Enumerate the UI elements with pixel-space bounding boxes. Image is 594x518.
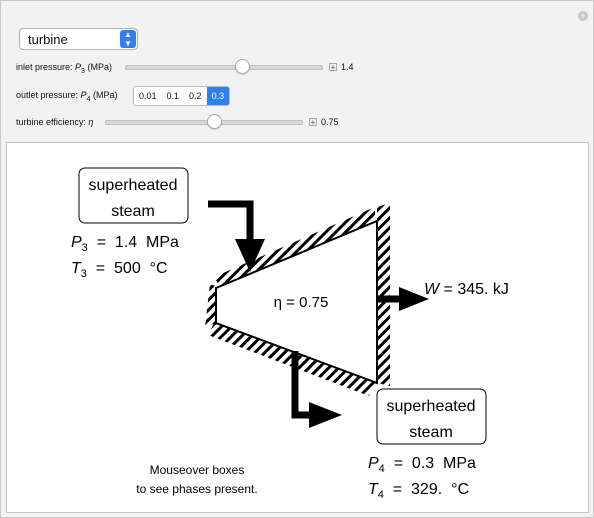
work-readout: W = 345. kJ: [424, 281, 509, 298]
outlet-option[interactable]: 0.1: [162, 87, 185, 105]
efficiency-value: 0.75: [321, 117, 339, 127]
mouseover-note-line1: Mouseover boxes: [150, 463, 245, 477]
efficiency-label-text: turbine efficiency:: [16, 117, 89, 127]
outlet-box-line2: steam: [409, 424, 453, 441]
inlet-pressure-readout: P3 = 1.4 MPa: [71, 234, 179, 254]
outlet-temperature-readout: T4 = 329. °C: [368, 481, 469, 501]
outlet-arrowhead: [309, 402, 342, 428]
outlet-unit: (MPa): [90, 90, 118, 100]
efficiency-var: η: [88, 117, 94, 127]
inlet-box-line2: steam: [111, 203, 155, 220]
inlet-pressure-thumb[interactable]: [235, 59, 250, 74]
inlet-pressure-label: inlet pressure: P3 (MPa): [16, 62, 112, 75]
outlet-option[interactable]: 0.2: [184, 87, 207, 105]
efficiency-expand-icon[interactable]: +: [309, 118, 317, 127]
efficiency-readout: η = 0.75: [274, 294, 329, 311]
efficiency-label: turbine efficiency: η: [16, 117, 93, 127]
inlet-expand-icon[interactable]: +: [329, 63, 337, 72]
dropdown-value: turbine: [28, 32, 68, 47]
outlet-pressure-label: outlet pressure: P4 (MPa): [16, 90, 117, 103]
inlet-temperature-readout: T3 = 500 °C: [71, 260, 168, 280]
right-wall-hatch: [377, 203, 390, 386]
inlet-label-text: inlet pressure:: [16, 62, 76, 72]
outlet-option-selected[interactable]: 0.3: [206, 87, 230, 105]
outlet-pressure-readout: P4 = 0.3 MPa: [368, 455, 476, 475]
mouseover-note-line2: to see phases present.: [136, 482, 257, 496]
inlet-pipe: [208, 200, 254, 241]
turbine-diagram: superheated steam P3 = 1.4 MPa T3 = 500 …: [71, 167, 509, 501]
outlet-option[interactable]: 0.01: [134, 87, 162, 105]
device-dropdown[interactable]: turbine ▲ ▼: [19, 28, 138, 50]
inlet-box-line1: superheated: [89, 177, 178, 194]
outlet-label-text: outlet pressure:: [16, 90, 81, 100]
chevron-updown-icon: ▲ ▼: [120, 30, 136, 48]
efficiency-slider[interactable]: [105, 120, 303, 125]
plus-icon[interactable]: +: [578, 11, 588, 21]
demo-frame: + turbine ▲ ▼ inlet pressure: P3 (MPa) + …: [0, 0, 594, 518]
outlet-box-line1: superheated: [387, 398, 476, 415]
inlet-unit: (MPa): [84, 62, 112, 72]
efficiency-thumb[interactable]: [207, 114, 222, 129]
inlet-pressure-slider[interactable]: [125, 65, 323, 70]
diagram-panel: superheated steam P3 = 1.4 MPa T3 = 500 …: [6, 142, 589, 513]
inlet-pressure-value: 1.4: [341, 62, 354, 72]
outlet-pressure-setter: 0.01 0.1 0.2 0.3: [133, 86, 231, 106]
